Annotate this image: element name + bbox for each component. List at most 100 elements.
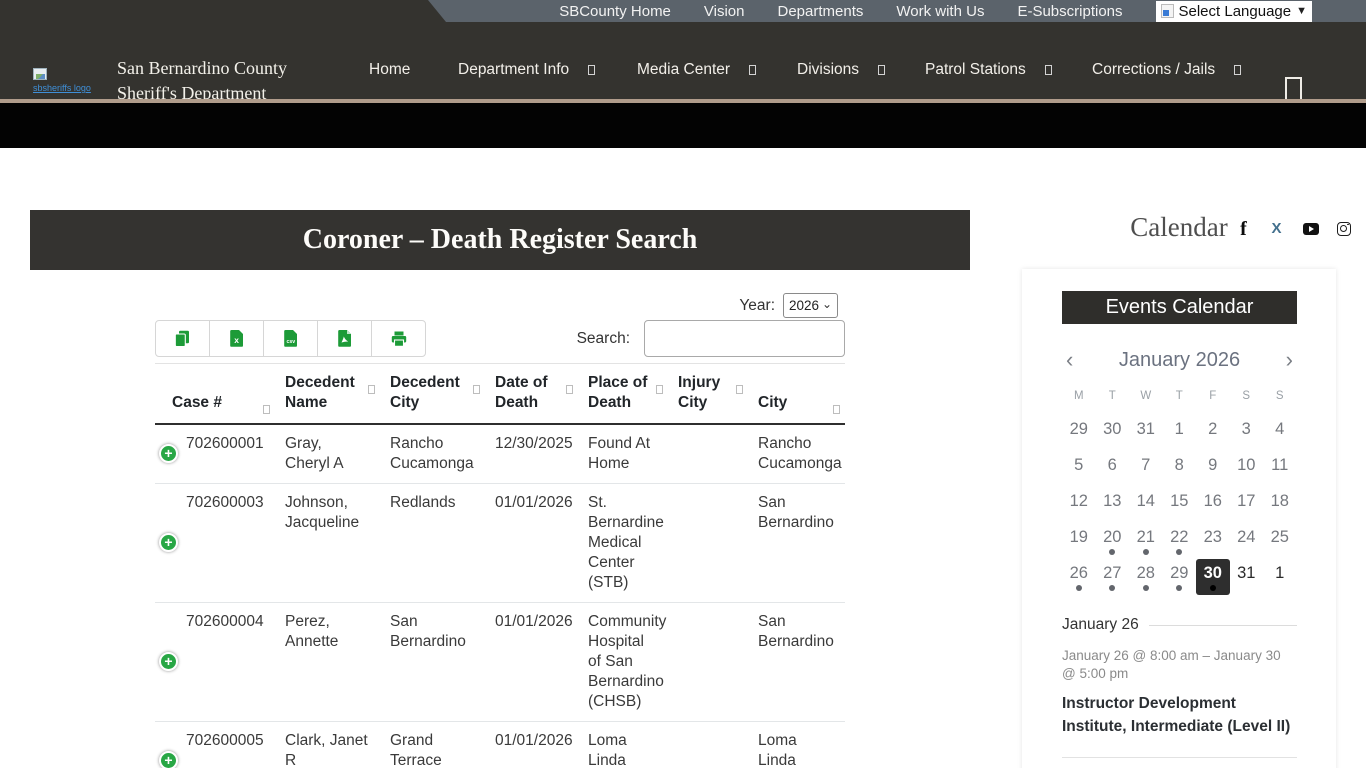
calendar-day[interactable]: 19 — [1062, 523, 1096, 559]
next-month-button[interactable]: › — [1282, 347, 1297, 373]
col-case-number[interactable]: Case # — [155, 393, 275, 423]
calendar-day[interactable]: 20 — [1096, 523, 1130, 559]
col-place-of-death[interactable]: Place of Death — [578, 373, 668, 423]
nav-patrol-stations[interactable]: Patrol Stations — [925, 61, 1052, 79]
cell-place-of-death: Found At Home — [588, 435, 651, 472]
calendar-day[interactable]: 21 — [1129, 523, 1163, 559]
search-input[interactable] — [644, 320, 845, 357]
calendar-day[interactable]: 25 — [1263, 523, 1297, 559]
col-date-of-death[interactable]: Date of Death — [485, 373, 578, 423]
calendar-day[interactable]: 12 — [1062, 487, 1096, 523]
expand-row-button[interactable] — [159, 444, 178, 463]
expand-row-button[interactable] — [159, 533, 178, 552]
calendar-day[interactable]: 4 — [1263, 415, 1297, 451]
weekday-label: T — [1108, 390, 1116, 402]
month-label: January 2026 — [1118, 348, 1241, 371]
col-injury-city[interactable]: Injury City — [668, 373, 748, 423]
chevron-down-icon — [1044, 65, 1052, 75]
weekday-row: MTWTFSS — [1062, 390, 1297, 402]
calendar-day[interactable]: 9 — [1196, 451, 1230, 487]
calendar-day[interactable]: 5 — [1062, 451, 1096, 487]
calendar-day[interactable]: 1 — [1163, 415, 1197, 451]
calendar-day[interactable]: 6 — [1096, 451, 1130, 487]
event-dot — [1109, 585, 1116, 591]
utility-bar-links: SBCounty Home Vision Departments Work wi… — [428, 0, 1366, 22]
calendar-day[interactable]: 3 — [1230, 415, 1264, 451]
calendar-day[interactable]: 29 — [1062, 415, 1096, 451]
calendar-day[interactable]: 2 — [1196, 415, 1230, 451]
event-dot — [1176, 585, 1183, 591]
col-decedent-name[interactable]: Decedent Name — [275, 373, 380, 423]
case-number: 702600005 — [186, 732, 264, 749]
cell-name: Clark, Janet R — [285, 732, 368, 768]
csv-export-button[interactable]: csv — [263, 320, 318, 357]
nav-department-info[interactable]: Department Info — [458, 61, 596, 79]
toplink-departments[interactable]: Departments — [778, 3, 864, 20]
event-title[interactable]: Instructor Development Institute, Interm… — [1062, 692, 1302, 738]
calendar-day[interactable]: 17 — [1230, 487, 1264, 523]
copy-button[interactable] — [155, 320, 210, 357]
table-row: 702600005 Clark, Janet R Grand Terrace 01/0… — [155, 721, 845, 768]
prev-month-button[interactable]: ‹ — [1062, 347, 1077, 373]
cell-decedent-city: Rancho Cucamonga — [390, 435, 474, 472]
org-name-line1: San Bernardino County — [117, 58, 287, 78]
calendar-day[interactable]: 29 — [1163, 559, 1197, 595]
calendar-day[interactable]: 16 — [1196, 487, 1230, 523]
expand-row-button[interactable] — [159, 751, 178, 768]
year-select[interactable]: 2026 — [783, 293, 838, 318]
toplink-work-with-us[interactable]: Work with Us — [896, 3, 984, 20]
nav-home[interactable]: Home — [369, 61, 410, 79]
sort-icon — [656, 385, 663, 394]
calendar-day[interactable]: 26 — [1062, 559, 1096, 595]
expand-row-button[interactable] — [159, 652, 178, 671]
col-decedent-city[interactable]: Decedent City — [380, 373, 485, 423]
excel-export-button[interactable]: x — [209, 320, 264, 357]
calendar-day[interactable]: 30 — [1196, 559, 1230, 595]
nav-media-center[interactable]: Media Center — [637, 61, 757, 79]
nav-home-label: Home — [369, 61, 411, 78]
calendar-day[interactable]: 11 — [1263, 451, 1297, 487]
calendar-day[interactable]: 13 — [1096, 487, 1130, 523]
calendar-day[interactable]: 31 — [1230, 559, 1264, 595]
weekday-label: T — [1175, 390, 1183, 402]
calendar-day[interactable]: 8 — [1163, 451, 1197, 487]
cell-date-of-death: 01/01/2026 — [495, 494, 573, 511]
calendar-day[interactable]: 27 — [1096, 559, 1130, 595]
toplink-e-subscriptions[interactable]: E-Subscriptions — [1017, 3, 1122, 20]
nav-corrections-jails[interactable]: Corrections / Jails — [1092, 61, 1242, 79]
calendar-day[interactable]: 28 — [1129, 559, 1163, 595]
calendar-day[interactable]: 23 — [1196, 523, 1230, 559]
sort-icon — [736, 385, 743, 394]
event-time: January 26 @ 8:00 am – January 30 @ 5:00… — [1062, 648, 1281, 681]
file-csv-icon: csv — [283, 330, 297, 347]
site-logo[interactable]: sbsheriffs logo — [33, 67, 95, 93]
language-selector-label: Select Language — [1178, 2, 1292, 20]
calendar-day[interactable]: 22 — [1163, 523, 1197, 559]
case-number: 702600004 — [186, 613, 264, 630]
toplink-sbcounty-home[interactable]: SBCounty Home — [559, 3, 671, 20]
cell-injury-city — [668, 603, 748, 721]
nav-divisions[interactable]: Divisions — [797, 61, 886, 79]
toplink-vision[interactable]: Vision — [704, 3, 745, 20]
calendar-day[interactable]: 14 — [1129, 487, 1163, 523]
calendar-day[interactable]: 10 — [1230, 451, 1264, 487]
print-button[interactable] — [371, 320, 426, 357]
weekday-label: W — [1140, 390, 1152, 402]
calendar-day[interactable]: 31 — [1129, 415, 1163, 451]
pdf-export-button[interactable] — [317, 320, 372, 357]
table-body: 702600001 Gray, Cheryl A Rancho Cucamonga 1… — [155, 425, 845, 768]
calendar-day[interactable]: 30 — [1096, 415, 1130, 451]
event-dot — [1176, 549, 1183, 555]
print-icon — [391, 331, 406, 347]
weekday-label: F — [1209, 390, 1217, 402]
calendar-day[interactable]: 24 — [1230, 523, 1264, 559]
cell-name: Perez, Annette — [285, 613, 339, 650]
calendar-day[interactable]: 1 — [1263, 559, 1297, 595]
cell-case: 702600001 — [155, 425, 275, 483]
calendar-day[interactable]: 15 — [1163, 487, 1197, 523]
calendar-day[interactable]: 18 — [1263, 487, 1297, 523]
sort-icon — [368, 385, 375, 394]
calendar-day[interactable]: 7 — [1129, 451, 1163, 487]
col-city[interactable]: City — [748, 393, 845, 423]
language-selector[interactable]: Select Language — [1155, 0, 1312, 22]
